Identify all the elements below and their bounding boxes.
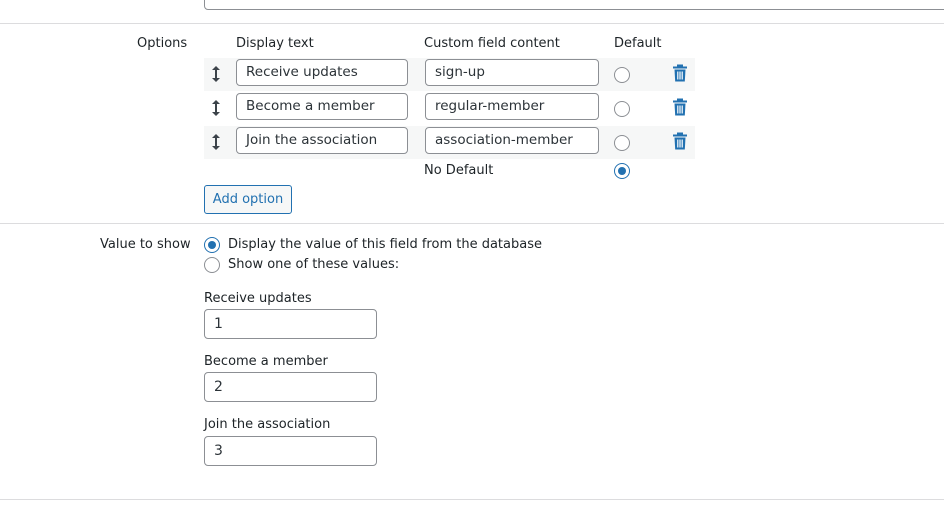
option-default-radio[interactable] (614, 101, 630, 117)
previous-field-input[interactable] (204, 0, 944, 10)
display-text-header: Display text (236, 36, 314, 51)
value-field-label: Receive updates (204, 291, 312, 306)
trash-icon[interactable] (672, 132, 688, 150)
section-divider (0, 223, 944, 224)
section-divider (0, 23, 944, 24)
option-display-text-input[interactable]: Become a member (236, 93, 408, 120)
trash-icon[interactable] (672, 98, 688, 116)
option-custom-field-input[interactable]: regular-member (425, 93, 599, 120)
options-label: Options (137, 36, 188, 51)
drag-handle-icon[interactable] (208, 64, 224, 84)
display-db-value-radio[interactable] (204, 237, 220, 253)
value-input[interactable]: 1 (204, 309, 377, 339)
value-input[interactable]: 3 (204, 436, 377, 466)
value-field-label: Become a member (204, 354, 328, 369)
option-custom-field-input[interactable]: association-member (425, 127, 599, 154)
option-default-radio[interactable] (614, 135, 630, 151)
drag-handle-icon[interactable] (208, 98, 224, 118)
display-db-value-label: Display the value of this field from the… (228, 237, 542, 252)
option-display-text-input[interactable]: Receive updates (236, 59, 408, 86)
no-default-radio[interactable] (614, 163, 630, 179)
option-display-text-input[interactable]: Join the association (236, 127, 408, 154)
default-header: Default (614, 36, 662, 51)
add-option-button[interactable]: Add option (204, 185, 292, 214)
value-input[interactable]: 2 (204, 372, 377, 402)
value-field-label: Join the association (204, 417, 331, 432)
trash-icon[interactable] (672, 64, 688, 82)
value-to-show-label: Value to show (100, 237, 191, 252)
option-default-radio[interactable] (614, 67, 630, 83)
show-values-radio[interactable] (204, 257, 220, 273)
custom-field-content-header: Custom field content (424, 36, 560, 51)
section-divider (0, 499, 944, 500)
show-values-label: Show one of these values: (228, 257, 400, 272)
drag-handle-icon[interactable] (208, 132, 224, 152)
no-default-label: No Default (424, 163, 494, 178)
option-custom-field-input[interactable]: sign-up (425, 59, 599, 86)
